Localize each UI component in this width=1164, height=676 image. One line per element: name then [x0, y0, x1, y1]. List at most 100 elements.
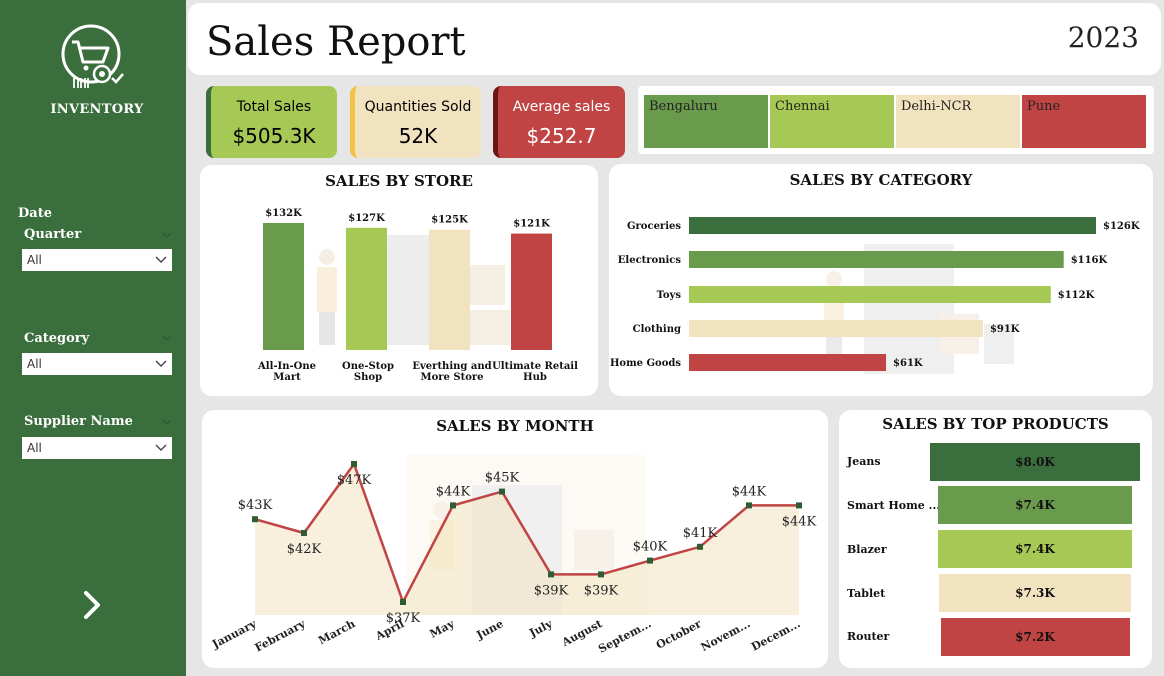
sales-by-store-panel: SALES BY STORE $132K $127K $125K $121K All-… — [200, 165, 598, 396]
store-bar[interactable] — [346, 227, 387, 350]
month-label: January — [209, 617, 259, 652]
category-bar[interactable] — [689, 320, 983, 337]
city-delhi-ncr[interactable]: Delhi-NCR — [896, 95, 1020, 148]
category-bar[interactable] — [689, 251, 1064, 268]
product-label: Smart Home ... — [847, 499, 941, 512]
month-point[interactable] — [598, 571, 604, 578]
category-chart: $126K $116K $112K $91K $61K — [689, 217, 1140, 374]
category-value-label: $126K — [1103, 221, 1140, 232]
product-label: Blazer — [847, 543, 887, 556]
month-value-label: $39K — [534, 583, 569, 598]
category-bar[interactable] — [689, 217, 1096, 234]
quarter-label: Quarter — [24, 227, 82, 242]
kpi-label: Total Sales — [236, 99, 312, 115]
month-point[interactable] — [548, 571, 554, 578]
kpi-label: Quantities Sold — [364, 99, 472, 115]
shopping-cart-icon — [61, 24, 124, 88]
month-point[interactable] — [400, 599, 406, 605]
product-value-label: $7.4K — [1015, 498, 1055, 512]
product-bar[interactable]: $7.4K — [937, 530, 1133, 568]
product-bar[interactable]: $7.3K — [939, 574, 1131, 612]
store-bar[interactable] — [429, 229, 470, 350]
sidebar: INVENTORY Date Quarter All Category All … — [0, 0, 186, 676]
sales-by-month-panel: SALES BY MONTH $43K January $42K February $4… — [202, 410, 828, 668]
month-label: March — [316, 617, 357, 647]
month-point[interactable] — [697, 543, 703, 550]
store-label: One-Stop Shop — [342, 361, 394, 383]
month-point[interactable] — [796, 502, 802, 509]
month-value-label: $44K — [782, 514, 817, 529]
product-value-label: $8.0K — [1015, 455, 1055, 469]
month-point[interactable] — [351, 461, 357, 467]
supplier-select-value: All — [27, 441, 42, 455]
category-value-label: $112K — [1058, 290, 1095, 301]
store-bar[interactable] — [511, 233, 552, 350]
kpi-value: 52K — [398, 124, 438, 148]
store-bar[interactable] — [263, 223, 304, 350]
supplier-select[interactable]: All — [22, 437, 172, 459]
page-title: Sales Report — [206, 19, 466, 65]
category-label: Home Goods — [609, 358, 681, 369]
month-point[interactable] — [252, 516, 258, 523]
chevron-down-icon[interactable] — [162, 231, 172, 239]
month-point[interactable] — [301, 530, 307, 536]
date-heading: Date — [18, 206, 52, 221]
category-value-label: $116K — [1071, 255, 1108, 266]
month-label: June — [474, 617, 506, 642]
month-label: February — [253, 617, 308, 655]
product-bar[interactable]: $8.0K — [930, 443, 1140, 481]
chevron-down-icon — [155, 360, 167, 367]
month-chart: $43KJanuary$42KFebruary$47KMarch $37KApri… — [209, 455, 817, 656]
category-label: Groceries — [627, 221, 681, 232]
category-select[interactable]: All — [22, 353, 172, 375]
month-value-label: $42K — [287, 542, 322, 557]
month-point[interactable] — [647, 557, 653, 564]
month-label: May — [428, 617, 457, 641]
category-bar[interactable] — [689, 354, 887, 371]
store-value-label: $121K — [513, 219, 550, 230]
store-background-illustration — [317, 235, 510, 345]
chevron-right-icon[interactable] — [82, 590, 102, 620]
chevron-down-icon — [155, 444, 167, 451]
product-value-label: $7.3K — [1015, 586, 1055, 600]
panel-title: SALES BY TOP PRODUCTS — [882, 415, 1109, 433]
month-point[interactable] — [499, 488, 505, 495]
month-point[interactable] — [450, 502, 456, 509]
store-value-label: $132K — [265, 208, 302, 219]
sales-by-top-products-panel: SALES BY TOP PRODUCTS Jeans Smart Home .… — [839, 410, 1152, 668]
chevron-down-icon — [155, 256, 167, 263]
category-select-value: All — [27, 357, 42, 371]
month-label: July — [526, 617, 555, 640]
category-label: Clothing — [632, 324, 681, 335]
product-value-label: $7.4K — [1015, 542, 1055, 556]
month-value-label: $45K — [485, 471, 520, 486]
product-value-label: $7.2K — [1015, 630, 1055, 644]
month-value-label: $41K — [683, 526, 718, 541]
city-pune[interactable]: Pune — [1022, 95, 1146, 148]
product-bar[interactable]: $7.2K — [940, 618, 1130, 656]
category-label: Toys — [656, 290, 681, 301]
month-label: Decem... — [749, 617, 802, 654]
category-label: Electronics — [617, 255, 681, 266]
product-bar[interactable]: $7.4K — [937, 486, 1133, 524]
category-bar[interactable] — [689, 286, 1051, 303]
chevron-down-icon[interactable] — [162, 418, 172, 426]
month-label: October — [654, 617, 704, 652]
product-label: Router — [847, 630, 890, 643]
quarter-select[interactable]: All — [22, 249, 172, 271]
kpi-label: Average sales — [512, 99, 611, 115]
product-label: Jeans — [847, 455, 881, 468]
city-bengaluru[interactable]: Bengaluru — [644, 95, 768, 148]
chevron-down-icon[interactable] — [162, 334, 172, 342]
city-chennai[interactable]: Chennai — [770, 95, 894, 148]
year-label: 2023 — [1067, 21, 1139, 54]
month-value-label: $47K — [337, 473, 372, 488]
month-label: Septem... — [596, 617, 653, 656]
sales-by-category-panel: SALES BY CATEGORY $126K $116K $112K $91K $61… — [609, 164, 1153, 396]
month-value-label: $43K — [238, 498, 273, 513]
month-value-label: $40K — [633, 540, 668, 555]
month-label: Novem... — [699, 617, 753, 654]
store-label: All-In-One Mart — [258, 361, 316, 383]
kpi-total-sales: Total Sales $505.3K — [206, 86, 337, 158]
month-point[interactable] — [746, 502, 752, 509]
